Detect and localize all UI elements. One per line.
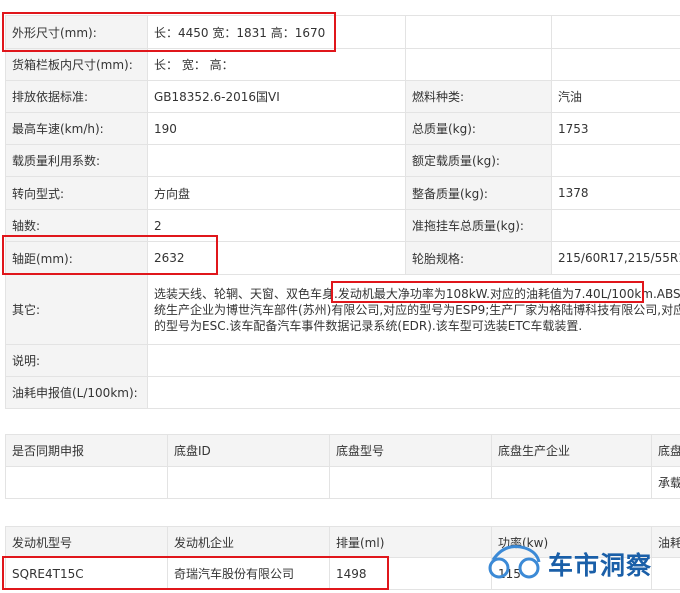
tire-spec-value: 215/60R17,215/55R18 — [551, 241, 680, 275]
note-label: 说明: — [5, 344, 148, 377]
table-row: 轴距(mm): 2632 轮胎规格: 215/60R17,215/55R18 — [5, 241, 680, 275]
table-row: 轴数: 2 准拖挂车总质量(kg): — [5, 209, 680, 242]
chassis-header-maker: 底盘生产企业 — [491, 434, 652, 467]
wheelbase-label: 轴距(mm): — [5, 241, 148, 275]
emission-label: 排放依据标准: — [5, 80, 148, 113]
top-speed-value: 190 — [147, 112, 406, 145]
steering-value: 方向盘 — [147, 176, 406, 210]
chassis-table: 是否同期申报 底盘ID 底盘型号 底盘生产企业 底盘类别 承载式 — [5, 434, 680, 499]
chassis-type-value: 承载式 — [651, 466, 680, 499]
engine-displacement-value: 1498 — [329, 557, 492, 590]
chassis-header-id: 底盘ID — [167, 434, 330, 467]
table-row: 排放依据标准: GB18352.6-2016国VI 燃料种类: 汽油 — [5, 80, 680, 113]
table-row: 其它: 选装天线、轮辋、天窗、双色车身.发动机最大净功率为108kW.对应的油耗… — [5, 274, 680, 345]
load-factor-value — [147, 144, 406, 177]
chassis-header-type: 底盘类别 — [651, 434, 680, 467]
fuel-type-label: 燃料种类: — [405, 80, 552, 113]
table-row: 货箱栏板内尺寸(mm): 长： 宽： 高： — [5, 48, 680, 81]
other-label: 其它: — [5, 274, 148, 345]
chassis-header-model: 底盘型号 — [329, 434, 492, 467]
wheelbase-value: 2632 — [147, 241, 406, 275]
note-value — [147, 344, 680, 377]
table-row: 油耗申报值(L/100km): — [5, 376, 680, 409]
engine-header-maker: 发动机企业 — [167, 526, 330, 558]
table-row: 最高车速(km/h): 190 总质量(kg): 1753 — [5, 112, 680, 145]
rated-load-label: 额定载质量(kg): — [405, 144, 552, 177]
tire-spec-label: 轮胎规格: — [405, 241, 552, 275]
table-row: 转向型式: 方向盘 整备质量(kg): 1378 — [5, 176, 680, 210]
fuel-consumption-label: 油耗申报值(L/100km): — [5, 376, 148, 409]
engine-header-model: 发动机型号 — [5, 526, 168, 558]
engine-model-value: SQRE4T15C — [5, 557, 168, 590]
main-spec-table: 外形尺寸(mm): 长：4450 宽：1831 高：1670 货箱栏板内尺寸(m… — [5, 15, 680, 409]
curb-weight-label: 整备质量(kg): — [405, 176, 552, 210]
fuel-consumption-value — [147, 376, 680, 409]
watermark-text: 车市洞察 — [548, 551, 653, 580]
dimensions-label: 外形尺寸(mm): — [5, 15, 148, 49]
cargo-box-label: 货箱栏板内尺寸(mm): — [5, 48, 148, 81]
steering-label: 转向型式: — [5, 176, 148, 210]
total-mass-value: 1753 — [551, 112, 680, 145]
total-mass-label: 总质量(kg): — [405, 112, 552, 145]
curb-weight-value: 1378 — [551, 176, 680, 210]
dimensions-value: 长：4450 宽：1831 高：1670 — [147, 15, 406, 49]
engine-header-displacement: 排量(ml) — [329, 526, 492, 558]
table-row: 是否同期申报 底盘ID 底盘型号 底盘生产企业 底盘类别 — [5, 434, 680, 467]
table-row: 载质量利用系数: 额定载质量(kg): — [5, 144, 680, 177]
load-factor-label: 载质量利用系数: — [5, 144, 148, 177]
emission-value: GB18352.6-2016国VI — [147, 80, 406, 113]
chassis-header-sync: 是否同期申报 — [5, 434, 168, 467]
axles-value: 2 — [147, 209, 406, 242]
table-row: 承载式 — [5, 466, 680, 499]
fuel-type-value: 汽油 — [551, 80, 680, 113]
table-row: 外形尺寸(mm): 长：4450 宽：1831 高：1670 — [5, 15, 680, 49]
top-speed-label: 最高车速(km/h): — [5, 112, 148, 145]
trailer-mass-value — [551, 209, 680, 242]
table-row: 说明: — [5, 344, 680, 377]
engine-maker-value: 奇瑞汽车股份有限公司 — [167, 557, 330, 590]
other-text: 选装天线、轮辋、天窗、双色车身.发动机最大净功率为108kW.对应的油耗值为7.… — [154, 286, 680, 333]
axles-label: 轴数: — [5, 209, 148, 242]
spec-sheet: 外形尺寸(mm): 长：4450 宽：1831 高：1670 货箱栏板内尺寸(m… — [0, 0, 680, 593]
trailer-mass-label: 准拖挂车总质量(kg): — [405, 209, 552, 242]
rated-load-value — [551, 144, 680, 177]
cargo-box-value: 长： 宽： 高： — [147, 48, 406, 81]
